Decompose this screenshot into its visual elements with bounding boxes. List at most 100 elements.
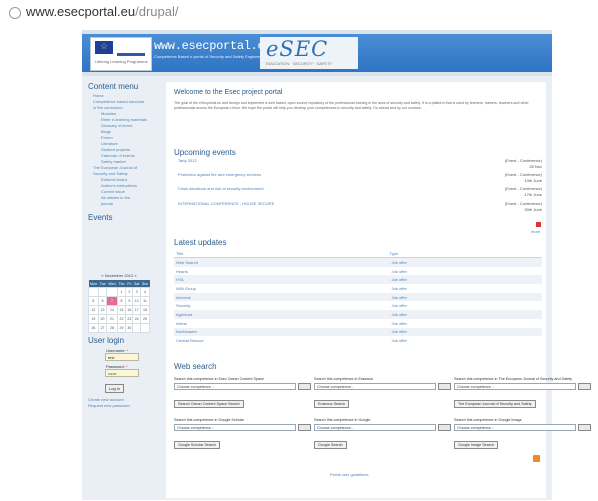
rss-feed-icon[interactable] [533,455,540,462]
search-button[interactable]: Google Image Search [454,441,498,449]
url-text[interactable]: www.esecportal.eu/drupal/ [26,4,179,19]
update-title-link[interactable]: Security [174,301,388,311]
login-button[interactable]: Log in [105,384,124,393]
dropdown-button[interactable] [298,383,311,390]
competence-select[interactable]: Choose competence... [314,383,436,390]
dropdown-button[interactable] [578,383,591,390]
event-link[interactable]: INTERNATIONAL CONFERENCE - HOUSE SECURE [178,201,274,206]
dropdown-button[interactable] [298,424,311,431]
calendar-day[interactable]: 8 [116,296,127,306]
competence-select[interactable]: Choose competence... [174,383,296,390]
dropdown-button[interactable] [438,383,451,390]
calendar-day[interactable]: 6 [97,296,108,306]
calendar-day-header: Mon [88,280,99,288]
event-link[interactable]: Protection against fire and emergency se… [178,172,261,177]
search-button[interactable]: The European Journal of Security and Saf… [454,400,536,408]
latest-updates-title: Latest updates [174,238,227,247]
username-label: Username: * [106,348,129,353]
calendar-day[interactable]: 7 [106,296,118,306]
calendar-day[interactable]: 18 [139,305,151,315]
calendar-day[interactable]: 26 [88,323,99,333]
calendar-day[interactable]: 25 [139,314,151,324]
calendar-day [106,287,118,297]
password-field[interactable]: •••••• [105,369,139,377]
update-type-link[interactable]: Job offer [387,301,542,311]
competence-search-box: Search this competence in Google Image Ch… [454,418,592,451]
calendar-day[interactable]: 15 [116,305,127,315]
search-button[interactable]: Erasmus Search [314,400,350,408]
competence-select[interactable]: Choose competence... [174,424,296,431]
competence-select[interactable]: Choose competence... [454,383,576,390]
calendar-day[interactable]: 29 [116,323,127,333]
calendar-day[interactable]: 2 [125,287,134,297]
dropdown-button[interactable] [438,424,451,431]
calendar-day[interactable]: 20 [97,314,108,324]
calendar-day[interactable]: 5 [88,296,99,306]
esec-subtitle: EDUCATION · SECURITY · SAFETY [266,61,333,66]
request-password-link[interactable]: Request new password [88,403,160,409]
competence-select[interactable]: Choose competence... [314,424,436,431]
calendar-day[interactable]: 24 [132,314,141,324]
calendar-day[interactable]: 30 [125,323,134,333]
calendar-day[interactable]: 3 [132,287,141,297]
update-title-link[interactable]: Informal [174,292,388,302]
update-title-link[interactable]: Agentura [174,310,388,319]
calendar-day [88,287,99,297]
ical-icon[interactable] [536,222,541,227]
calendar-day[interactable]: 1 [116,287,127,297]
update-type-link[interactable]: Job offer [387,292,542,302]
update-type-link[interactable]: Job offer [387,284,542,293]
username-field[interactable]: test [105,353,139,361]
calendar-day[interactable]: 4 [139,287,151,297]
more-events-link[interactable]: more [531,229,540,234]
event-link[interactable]: Tarty 2012 [178,158,197,163]
updates-header-type[interactable]: Type [387,250,542,258]
calendar-day[interactable]: 27 [97,323,108,333]
update-title-link[interactable]: Northeaster [174,327,388,337]
update-title-link[interactable]: Central Rescue [174,336,388,345]
brand-subtitle: Competence Based e-portal of Security an… [154,54,267,59]
calendar-day[interactable]: 16 [125,305,134,315]
event-date: (Event - Conference) 30th June [505,201,542,213]
search-button[interactable]: Google Scholar Search [174,441,221,449]
calendar-day[interactable]: 17 [132,305,141,315]
calendar-day[interactable]: 9 [125,296,134,306]
search-button[interactable]: Search Ocean Content Space Search [174,400,244,408]
calendar-day[interactable]: 10 [132,296,141,306]
latest-updates-table: Title Type Web Search Job offer Hearts Job … [174,250,542,345]
menu-item[interactable]: journal [88,201,160,207]
event-date: (Event - Conference) 17th June [505,186,542,198]
search-button[interactable]: Google Search [314,441,347,449]
brand-logo[interactable]: www.esecportal.eu Competence Based e-por… [154,39,272,67]
calendar-day[interactable]: 11 [139,296,151,306]
globe-icon [9,7,21,19]
update-title-link[interactable]: HTA [174,275,388,285]
update-type-link[interactable]: Job offer [387,327,542,337]
update-title-link[interactable]: Intime [174,318,388,328]
update-type-link[interactable]: Job offer [387,318,542,328]
calendar-day[interactable]: 28 [106,323,118,333]
update-title-link[interactable]: Hearts [174,266,388,276]
portal-guidelines-link[interactable]: Portal user guidelines [330,472,368,477]
table-row: Web Search Job offer [174,257,542,267]
update-type-link[interactable]: Job offer [387,257,542,267]
dropdown-button[interactable] [578,424,591,431]
calendar-day[interactable]: 14 [106,305,118,315]
event-link[interactable]: Crisis situations and risk of security e… [178,186,264,191]
calendar-month[interactable]: « November 2012 » [88,273,150,278]
update-type-link[interactable]: Job offer [387,266,542,276]
updates-header-title[interactable]: Title [174,250,388,258]
update-type-link[interactable]: Job offer [387,336,542,345]
calendar-day[interactable]: 12 [88,305,99,315]
update-title-link[interactable]: Web Search [174,257,388,267]
calendar-day[interactable]: 13 [97,305,108,315]
calendar-day[interactable]: 19 [88,314,99,324]
calendar-day[interactable]: 22 [116,314,127,324]
update-type-link[interactable]: Job offer [387,275,542,285]
update-type-link[interactable]: Job offer [387,310,542,319]
calendar-day[interactable]: 21 [106,314,118,324]
competence-select[interactable]: Choose competence... [454,424,576,431]
update-title-link[interactable]: WIN Group [174,284,388,293]
address-bar[interactable]: www.esecportal.eu/drupal/ [0,0,598,26]
calendar-day[interactable]: 23 [125,314,134,324]
